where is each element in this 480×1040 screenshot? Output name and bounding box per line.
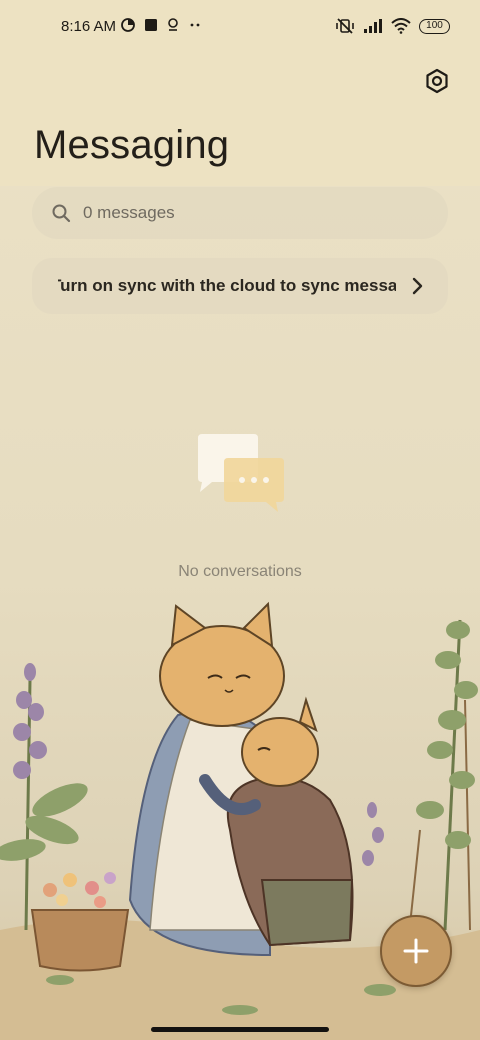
chevron-right-icon <box>412 277 423 295</box>
search-input[interactable]: 0 messages <box>32 187 448 239</box>
battery-indicator: 100 <box>419 18 450 34</box>
search-placeholder: 0 messages <box>83 203 175 222</box>
location-pin-icon <box>168 18 178 31</box>
app-header: Messaging <box>0 56 480 186</box>
empty-state-text: No conversations <box>178 563 302 580</box>
more-dots-icon <box>190 23 200 27</box>
home-gesture-bar[interactable] <box>151 1027 329 1032</box>
status-bar: 8:16 AM 100 <box>0 0 480 56</box>
vibrate-mute-icon <box>336 18 354 34</box>
status-time: 8:16 AM <box>61 18 117 35</box>
plus-icon <box>403 938 429 964</box>
status-left-icons <box>121 18 202 32</box>
data-saver-icon <box>121 18 135 32</box>
status-right-icons: 100 <box>335 17 450 35</box>
wifi-icon <box>391 18 411 34</box>
stop-square-icon <box>145 19 157 31</box>
cloud-sync-banner[interactable]: Turn on sync with the cloud to sync mess… <box>32 258 448 314</box>
new-message-button[interactable] <box>380 915 452 987</box>
search-icon <box>52 204 71 223</box>
sync-banner-text: Turn on sync with the cloud to sync mess… <box>58 276 396 295</box>
signal-bars-icon <box>364 19 382 33</box>
chat-bubbles-icon <box>198 434 284 512</box>
settings-hexagon-icon[interactable] <box>424 68 450 94</box>
page-title: Messaging <box>34 123 230 167</box>
